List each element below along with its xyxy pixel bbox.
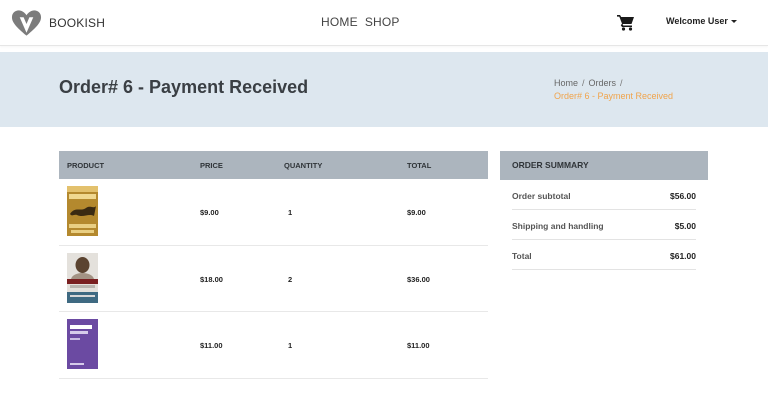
table-header: PRODUCT PRICE QUANTITY TOTAL bbox=[59, 151, 488, 179]
summary-row-shipping: Shipping and handling $5.00 bbox=[512, 210, 696, 240]
summary-value: $56.00 bbox=[670, 191, 696, 201]
breadcrumb-active: Order# 6 - Payment Received bbox=[554, 91, 674, 101]
book-cover-portrait[interactable] bbox=[67, 252, 98, 303]
table-row: $18.00 2 $36.00 bbox=[59, 246, 488, 312]
summary-label: Shipping and handling bbox=[512, 221, 604, 231]
table-row: $11.00 1 $11.00 bbox=[59, 312, 488, 379]
row-price: $11.00 bbox=[200, 341, 223, 350]
row-quantity: 1 bbox=[288, 208, 293, 217]
page-header: Order# 6 - Payment Received Home / Orders /… bbox=[0, 52, 768, 127]
brand[interactable]: BOOKISH bbox=[11, 8, 105, 38]
breadcrumb-separator: / bbox=[620, 78, 623, 88]
page-title: Order# 6 - Payment Received bbox=[59, 77, 309, 97]
book-cover-bootstrap[interactable] bbox=[67, 319, 98, 369]
row-total: $9.00 bbox=[407, 208, 426, 217]
order-summary: ORDER SUMMARY Order subtotal $56.00 Ship… bbox=[500, 151, 708, 270]
user-dropdown-label: Welcome User bbox=[666, 16, 728, 26]
row-total: $36.00 bbox=[407, 274, 430, 284]
summary-label: Total bbox=[512, 251, 532, 261]
summary-value: $61.00 bbox=[670, 251, 696, 261]
nav-shop-link[interactable]: SHOP bbox=[365, 15, 400, 29]
row-quantity: 1 bbox=[288, 341, 293, 350]
order-items-table: PRODUCT PRICE QUANTITY TOTAL $9.00 1 $9.… bbox=[59, 151, 488, 379]
nav-home-link[interactable]: HOME bbox=[321, 15, 358, 29]
table-row: $9.00 1 $9.00 bbox=[59, 179, 488, 246]
summary-label: Order subtotal bbox=[512, 191, 571, 201]
user-dropdown[interactable]: Welcome User bbox=[666, 16, 737, 26]
caret-down-icon bbox=[730, 20, 737, 23]
column-header-quantity: QUANTITY bbox=[284, 161, 323, 170]
row-price: $9.00 bbox=[200, 208, 219, 217]
nav-links: HOME SHOP bbox=[321, 15, 400, 29]
column-header-price: PRICE bbox=[200, 161, 223, 170]
row-price: $18.00 bbox=[200, 274, 223, 284]
breadcrumb-separator: / bbox=[582, 78, 585, 88]
summary-row-total: Total $61.00 bbox=[512, 240, 696, 270]
shopping-cart-icon[interactable] bbox=[617, 14, 635, 31]
order-summary-title: ORDER SUMMARY bbox=[500, 151, 708, 180]
row-quantity: 2 bbox=[288, 274, 293, 284]
column-header-total: TOTAL bbox=[407, 161, 432, 170]
brand-name: BOOKISH bbox=[49, 16, 106, 30]
breadcrumb-home[interactable]: Home bbox=[554, 78, 578, 88]
heart-logo-icon bbox=[11, 10, 42, 36]
navbar: BOOKISH HOME SHOP Welcome User bbox=[0, 0, 768, 46]
book-cover-dragon[interactable] bbox=[67, 186, 98, 236]
summary-value: $5.00 bbox=[674, 221, 696, 231]
breadcrumb-orders[interactable]: Orders bbox=[589, 78, 617, 88]
row-total: $11.00 bbox=[407, 341, 430, 350]
column-header-product: PRODUCT bbox=[67, 161, 105, 170]
summary-row-subtotal: Order subtotal $56.00 bbox=[512, 180, 696, 210]
breadcrumb: Home / Orders / Order# 6 - Payment Received bbox=[554, 77, 684, 103]
